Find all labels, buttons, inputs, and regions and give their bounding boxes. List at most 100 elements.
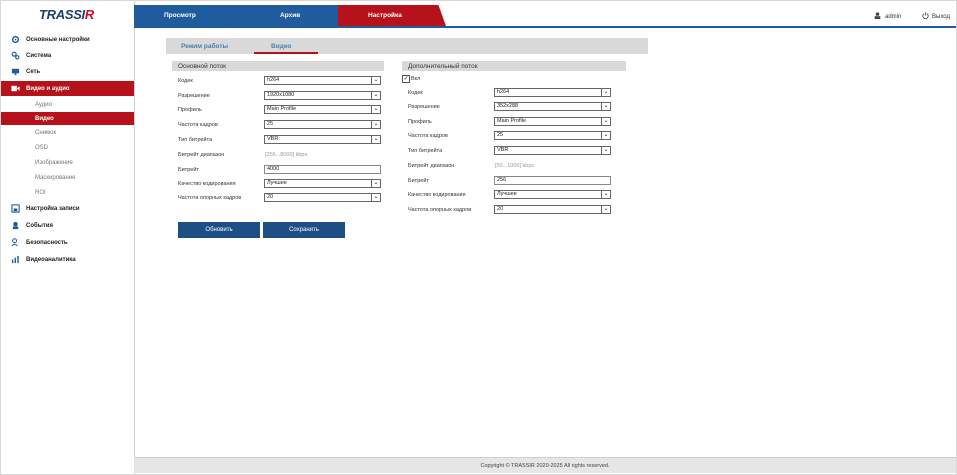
window-frame bbox=[0, 0, 957, 475]
user-menu[interactable]: admin bbox=[874, 12, 901, 21]
sidebar-subitem-label: Аудио bbox=[35, 101, 52, 108]
logout-link[interactable]: Выход bbox=[922, 12, 950, 21]
sub-stream-header: Дополнительный поток bbox=[402, 61, 626, 71]
sub-quality-select[interactable]: Лучшее ⌄ bbox=[494, 190, 611, 199]
main-bitrate-type-select[interactable]: VBR ⌄ bbox=[264, 135, 381, 144]
security-icon bbox=[11, 238, 20, 247]
chevron-down-icon: ⌄ bbox=[601, 191, 610, 198]
sub-gop-select[interactable]: 20 ⌄ bbox=[494, 205, 611, 214]
sub-quality-value: Лучшее bbox=[497, 191, 517, 197]
sidebar-subitem-label: ROI bbox=[35, 189, 46, 196]
main-quality-select[interactable]: Лучшее ⌄ bbox=[264, 179, 381, 188]
sub-codec-value: h264 bbox=[497, 89, 510, 95]
chevron-down-icon: ⌄ bbox=[371, 136, 380, 143]
main-resolution-select[interactable]: 1920x1080 ⌄ bbox=[264, 91, 381, 100]
refresh-button[interactable]: Обновить bbox=[178, 222, 260, 238]
sub-quality-label: Качество кодирования bbox=[408, 192, 466, 198]
tab-archive[interactable]: Архив bbox=[236, 5, 346, 26]
event-icon bbox=[11, 221, 20, 230]
sidebar-item-events[interactable]: События bbox=[1, 218, 134, 233]
network-icon bbox=[11, 67, 20, 76]
sub-bitrate-type-value: VBR bbox=[497, 147, 509, 153]
sub-bitrate-type-label: Тип битрейта bbox=[408, 148, 443, 154]
tab-live-view[interactable]: Просмотр bbox=[134, 5, 246, 26]
sidebar-subitem-roi[interactable]: ROI bbox=[1, 186, 134, 199]
sub-bitrate-type-select[interactable]: VBR ⌄ bbox=[494, 146, 611, 155]
sidebar-subitem-image[interactable]: Изображение bbox=[1, 156, 134, 169]
subtab-bar: Режим работы Видео bbox=[166, 38, 648, 54]
refresh-button-label: Обновить bbox=[205, 227, 233, 233]
sidebar-subitem-audio[interactable]: Аудио bbox=[1, 98, 134, 111]
footer: Copyright © TRASSIR 2020-2025 All rights… bbox=[134, 457, 956, 473]
sidebar-subitem-label: Снимок bbox=[35, 129, 57, 136]
main-stream-header: Основной поток bbox=[172, 61, 384, 71]
main-profile-label: Профиль bbox=[178, 107, 202, 113]
main-framerate-select[interactable]: 25 ⌄ bbox=[264, 120, 381, 129]
sub-codec-select[interactable]: h264 ⌄ bbox=[494, 88, 611, 97]
logo-text: TRASSI bbox=[39, 7, 85, 22]
chevron-down-icon: ⌄ bbox=[601, 118, 610, 125]
tab-settings[interactable]: Настройка bbox=[338, 5, 446, 26]
sidebar-item-label: События bbox=[26, 222, 53, 229]
main-bitrate-input[interactable]: 4000 bbox=[264, 165, 381, 174]
sub-profile-select[interactable]: Main Profile ⌄ bbox=[494, 117, 611, 126]
sidebar-item-recording[interactable]: Настройка записи bbox=[1, 201, 134, 216]
copyright-text: Copyright © TRASSIR 2020-2025 All rights… bbox=[480, 462, 610, 469]
main-bitrate-type-label: Тип битрейта bbox=[178, 137, 213, 143]
sidebar-item-video-audio[interactable]: Видео и аудио bbox=[1, 81, 134, 96]
sidebar-subitem-video[interactable]: Видео bbox=[1, 112, 134, 125]
sub-bitrate-input[interactable]: 256 bbox=[494, 176, 611, 185]
main-resolution-label: Разрешение bbox=[178, 93, 210, 99]
main-bitrate-range-value: [256...8000] kbps bbox=[265, 152, 308, 158]
sub-bitrate-value: 256 bbox=[497, 177, 507, 183]
sidebar-subitem-masking[interactable]: Маскирование bbox=[1, 171, 134, 184]
tab-label: Архив bbox=[280, 12, 301, 19]
main-quality-label: Качество кодирования bbox=[178, 181, 236, 187]
subtab-mode[interactable]: Режим работы bbox=[181, 38, 228, 54]
logo-accent: R bbox=[84, 7, 94, 22]
sidebar-item-video-analytics[interactable]: Видеоаналитика bbox=[1, 252, 134, 267]
sub-stream-enable-checkbox[interactable]: ✓ Вкл bbox=[402, 75, 420, 83]
save-button[interactable]: Сохранить bbox=[263, 222, 345, 238]
sub-bitrate-label: Битрейт bbox=[408, 178, 429, 184]
sub-resolution-select[interactable]: 352x288 ⌄ bbox=[494, 102, 611, 111]
main-codec-select[interactable]: h264 ⌄ bbox=[264, 76, 381, 85]
sidebar-item-basic-settings[interactable]: Основные настройки bbox=[1, 32, 134, 47]
sub-resolution-value: 352x288 bbox=[497, 103, 519, 109]
chevron-down-icon: ⌄ bbox=[371, 77, 380, 84]
sub-framerate-select[interactable]: 25 ⌄ bbox=[494, 131, 611, 140]
sidebar-item-label: Видео и аудио bbox=[26, 85, 70, 92]
sub-codec-label: Кодек bbox=[408, 90, 423, 96]
sidebar-subitem-snapshot[interactable]: Снимок bbox=[1, 126, 134, 139]
sidebar-item-label: Настройка записи bbox=[26, 205, 80, 212]
main-codec-label: Кодек bbox=[178, 78, 193, 84]
sidebar-item-label: Сеть bbox=[26, 68, 41, 75]
sidebar-subitem-label: Маскирование bbox=[35, 174, 76, 181]
main-bitrate-label: Битрейт bbox=[178, 167, 199, 173]
sub-framerate-label: Частота кадров bbox=[408, 133, 448, 139]
chevron-down-icon: ⌄ bbox=[371, 194, 380, 201]
sidebar-subitem-osd[interactable]: OSD bbox=[1, 141, 134, 154]
main-profile-value: Main Profile bbox=[267, 106, 297, 112]
power-icon bbox=[922, 12, 929, 21]
subtab-label: Режим работы bbox=[181, 42, 229, 50]
chevron-down-icon: ⌄ bbox=[601, 132, 610, 139]
sub-profile-label: Профиль bbox=[408, 119, 432, 125]
main-profile-select[interactable]: Main Profile ⌄ bbox=[264, 105, 381, 114]
main-gop-value: 20 bbox=[267, 194, 274, 200]
tab-label: Просмотр bbox=[164, 12, 196, 19]
sub-stream-enable-label: Вкл bbox=[411, 76, 421, 82]
sidebar-item-label: Безопасность bbox=[26, 239, 68, 246]
sidebar-item-system[interactable]: Система bbox=[1, 48, 134, 63]
sidebar-item-label: Система bbox=[26, 52, 52, 59]
save-button-label: Сохранить bbox=[289, 227, 319, 233]
sub-profile-value: Main Profile bbox=[497, 118, 527, 124]
sub-stream-title: Дополнительный поток bbox=[408, 62, 478, 70]
chevron-down-icon: ⌄ bbox=[601, 206, 610, 213]
sidebar-item-security[interactable]: Безопасность bbox=[1, 235, 134, 250]
sidebar-item-network[interactable]: Сеть bbox=[1, 64, 134, 79]
main-gop-select[interactable]: 20 ⌄ bbox=[264, 193, 381, 202]
trassir-logo: TRASSIR bbox=[39, 7, 94, 22]
record-icon bbox=[11, 204, 20, 213]
chevron-down-icon: ⌄ bbox=[601, 147, 610, 154]
